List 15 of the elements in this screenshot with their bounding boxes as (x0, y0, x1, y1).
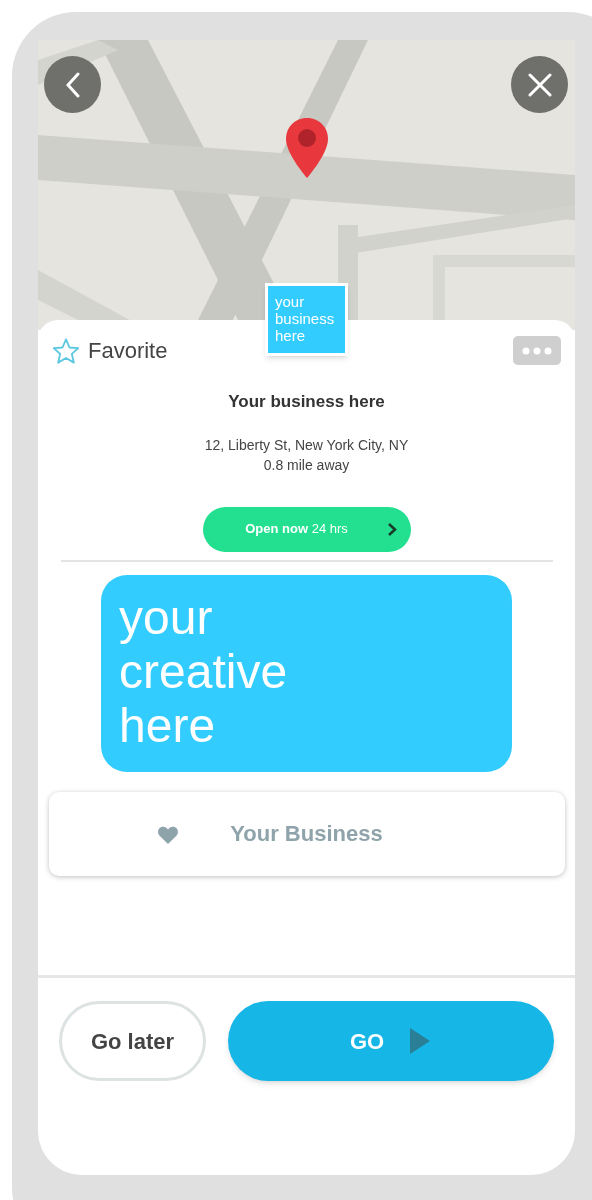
business-title: Your business here (228, 391, 385, 413)
favorite-button[interactable]: Favorite (52, 334, 168, 367)
distance-text: 0.8 mile away (263, 455, 350, 475)
logo-tile: your business here (265, 283, 348, 356)
address-text: 12, Liberty St, New York City, NY (204, 435, 409, 455)
chevron-right-icon (386, 521, 397, 537)
hours-button[interactable]: Open now 24 hrs (202, 506, 411, 552)
go-later-button[interactable]: Go later (59, 1001, 206, 1081)
close-icon (527, 72, 552, 97)
go-button[interactable]: GO (228, 1001, 554, 1081)
heart-icon (156, 824, 179, 845)
chevron-left-icon (65, 71, 80, 98)
business-button[interactable]: Your Business (48, 791, 565, 876)
more-icon (522, 346, 552, 355)
creative-banner: your creative here (101, 574, 512, 772)
